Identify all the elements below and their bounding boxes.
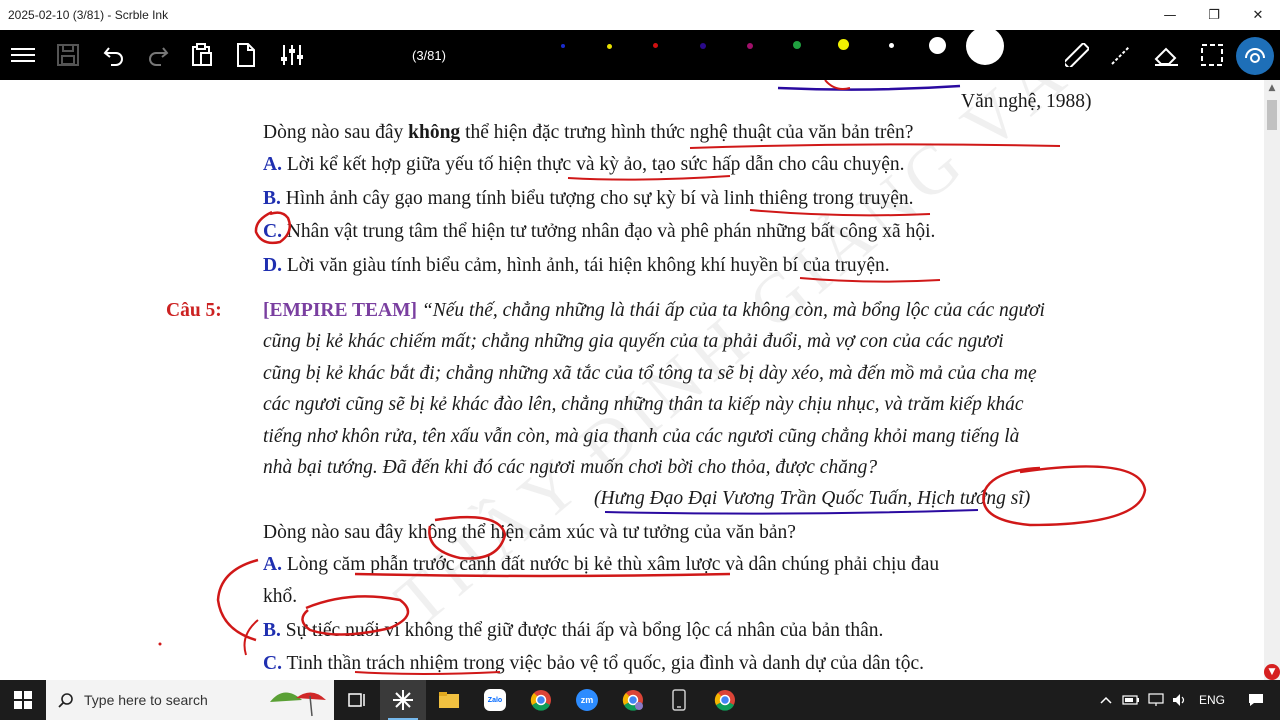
q4-option-d: D. Lời văn giàu tính biểu cảm, hình ảnh,… [263, 254, 890, 278]
q4-option-b: B. Hình ảnh cây gạo mang tính biểu tượng… [263, 187, 913, 211]
color-bright-yellow-dot[interactable] [838, 39, 849, 50]
restore-button[interactable]: ❐ [1192, 0, 1236, 30]
color-red-dot[interactable] [653, 43, 658, 48]
q4-stem: Dòng nào sau đây không thể hiện đặc trưn… [263, 121, 913, 145]
scroll-thumb[interactable] [1267, 100, 1277, 130]
taskbar: Type here to search Zalo zm ENG [0, 680, 1280, 720]
chrome-profile-icon[interactable] [610, 680, 656, 720]
q5-passage-line-5: tiếng nhơ khôn rửa, tên xấu vẫn còn, mà … [263, 426, 1020, 447]
size-small-dot[interactable] [889, 43, 894, 48]
q5-option-a: A. Lòng căm phẫn trước cảnh đất nước bị … [263, 553, 939, 577]
undo-icon[interactable] [100, 30, 128, 80]
phone-link-icon[interactable] [656, 680, 702, 720]
q5-option-b: B. Sự tiếc nuối vì không thể giữ được th… [263, 619, 883, 643]
color-magenta-dot[interactable] [747, 43, 753, 49]
pen-icon[interactable] [1108, 30, 1134, 80]
color-indigo-dot[interactable] [700, 43, 706, 49]
redo-icon[interactable] [144, 30, 172, 80]
q5-passage-line-2: cũng bị kẻ khác chiếm mất; chẳng những g… [263, 331, 1004, 352]
q5-passage-line-3: cũng bị kẻ khác bắt đi; chẳng những xã t… [263, 363, 1037, 384]
minimize-button[interactable]: — [1148, 0, 1192, 30]
option-letter: B. [263, 188, 281, 209]
title-bar: 2025-02-10 (3/81) - Scrble Ink — ❐ ✕ [0, 0, 1280, 30]
q5-option-c: C. Tinh thần trách nhiệm trong việc bảo … [263, 652, 924, 676]
sliders-icon[interactable] [278, 30, 306, 80]
option-letter: B. [263, 620, 281, 641]
q5-label: Câu 5: [166, 300, 222, 321]
option-letter: C. [263, 221, 282, 242]
start-button[interactable] [0, 680, 46, 720]
network-icon[interactable] [1144, 680, 1168, 720]
scroll-up-icon[interactable]: ▲ [1264, 80, 1280, 96]
size-medium-dot[interactable] [929, 37, 946, 54]
chrome-icon[interactable] [518, 680, 564, 720]
chrome-alt-icon[interactable] [702, 680, 748, 720]
q5-stem: Dòng nào sau đây không thể hiện cảm xúc … [263, 522, 796, 543]
select-icon[interactable] [1198, 30, 1226, 80]
q4-stem-bold: không [408, 122, 461, 143]
search-icon [58, 693, 73, 708]
save-icon[interactable] [54, 30, 82, 80]
windows-icon [14, 691, 32, 709]
option-text: Hình ảnh cây gạo mang tính biểu tượng ch… [280, 188, 914, 209]
chevron-up-icon[interactable] [1094, 680, 1118, 720]
eraser-icon[interactable] [1152, 30, 1180, 80]
q5-passage-text: “Nếu thế, chẳng những là thái ấp của ta … [417, 300, 1045, 321]
option-text: Lòng căm phẫn trước cảnh đất nước bị kẻ … [281, 554, 940, 575]
option-letter: D. [263, 255, 282, 276]
option-letter: A. [263, 154, 282, 175]
taskbar-search-box[interactable]: Type here to search [46, 680, 334, 720]
document-canvas[interactable]: THẦY ĐINH GIẢNG VĂN Văn nghệ, 1988) Dòng… [0, 80, 1264, 680]
page-icon[interactable] [232, 30, 260, 80]
size-large-dot[interactable] [966, 27, 1004, 65]
ruler-icon[interactable] [1064, 30, 1090, 80]
option-text: Lời văn giàu tính biểu cảm, hình ảnh, tá… [281, 255, 890, 276]
previous-source: Văn nghệ, 1988) [961, 91, 1092, 112]
scrble-ink-icon[interactable] [380, 680, 426, 720]
color-yellow-dot[interactable] [607, 44, 612, 49]
notification-icon[interactable] [1232, 680, 1280, 720]
q5-option-a-cont: khổ. [263, 586, 298, 607]
language-indicator[interactable]: ENG [1192, 680, 1232, 720]
scroll-down-icon[interactable]: ▼ [1264, 664, 1280, 680]
option-letter: A. [263, 554, 282, 575]
zoom-icon[interactable]: zm [564, 680, 610, 720]
search-placeholder: Type here to search [84, 692, 208, 708]
option-text: Lời kể kết hợp giữa yếu tố hiện thực và … [281, 154, 905, 175]
q4-stem-part1: Dòng nào sau đây [263, 122, 409, 143]
focus-icon[interactable] [1236, 37, 1274, 75]
q4-option-c: C. Nhân vật trung tâm thể hiện tư tưởng … [263, 220, 935, 244]
option-text: Tinh thần trách nhiệm trong việc bảo vệ … [281, 653, 924, 674]
toolbar: (3/81) [0, 27, 1280, 80]
q4-option-a: A. Lời kể kết hợp giữa yếu tố hiện thực … [263, 153, 904, 177]
q5-passage-line-4: các ngươi cũng sẽ bị kẻ khác đào lên, ch… [263, 394, 1024, 415]
umbrella-icon [270, 692, 326, 717]
file-explorer-icon[interactable] [426, 680, 472, 720]
option-text: Sự tiếc nuối vì không thể giữ được thái … [280, 620, 884, 641]
window-title: 2025-02-10 (3/81) - Scrble Ink [8, 8, 169, 22]
zalo-label: Zalo [487, 696, 503, 704]
volume-icon[interactable] [1168, 680, 1192, 720]
page-indicator: (3/81) [412, 47, 446, 63]
option-letter: C. [263, 653, 282, 674]
zoom-label: zm [580, 695, 594, 705]
task-view-icon[interactable] [334, 680, 380, 720]
q5-team: [EMPIRE TEAM] [263, 300, 418, 321]
color-green-dot[interactable] [793, 41, 801, 49]
battery-icon[interactable] [1118, 680, 1144, 720]
menu-icon[interactable] [8, 30, 38, 80]
vertical-scrollbar[interactable]: ▲ ▼ [1264, 80, 1280, 680]
q5-passage-line-1: [EMPIRE TEAM] “Nếu thế, chẳng những là t… [263, 299, 1045, 323]
zalo-icon[interactable]: Zalo [472, 680, 518, 720]
q5-passage-line-6: nhà bại tướng. Đã đến khi đó các ngươi m… [263, 457, 878, 478]
q4-stem-part2: thể hiện đặc trưng hình thức nghệ thuật … [460, 122, 914, 143]
clipboard-icon[interactable] [188, 30, 216, 80]
system-tray: ENG [1094, 680, 1280, 720]
close-button[interactable]: ✕ [1236, 0, 1280, 30]
option-text: Nhân vật trung tâm thể hiện tư tưởng nhâ… [281, 221, 936, 242]
color-blue-dot[interactable] [561, 44, 565, 48]
q5-source: (Hưng Đạo Đại Vương Trần Quốc Tuấn, Hịch… [594, 488, 1031, 509]
